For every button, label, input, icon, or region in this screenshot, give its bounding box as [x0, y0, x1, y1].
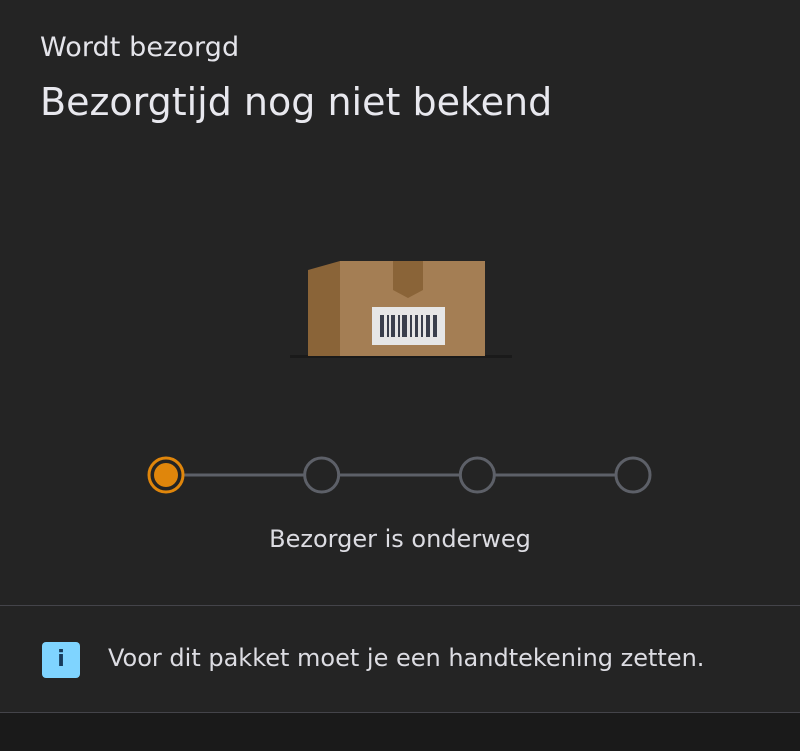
- progress-step: [614, 456, 652, 494]
- delivery-status-card: Wordt bezorgd Bezorgtijd nog niet bekend…: [0, 0, 800, 751]
- delivery-eta-title: Bezorgtijd nog niet bekend: [40, 80, 553, 124]
- info-icon: i: [42, 642, 80, 678]
- progress-step: [303, 456, 341, 494]
- footer-strip: [0, 713, 800, 751]
- signature-notice: i Voor dit pakket moet je een handtekeni…: [0, 606, 800, 712]
- signature-notice-text: Voor dit pakket moet je een handtekening…: [108, 644, 705, 672]
- progress-step: [458, 456, 496, 494]
- parcel-illustration: [290, 261, 512, 358]
- current-step-label: Bezorger is onderweg: [269, 525, 531, 553]
- delivery-status-label: Wordt bezorgd: [40, 32, 240, 63]
- delivery-progress-track: [147, 456, 652, 494]
- progress-step-active: [147, 456, 185, 494]
